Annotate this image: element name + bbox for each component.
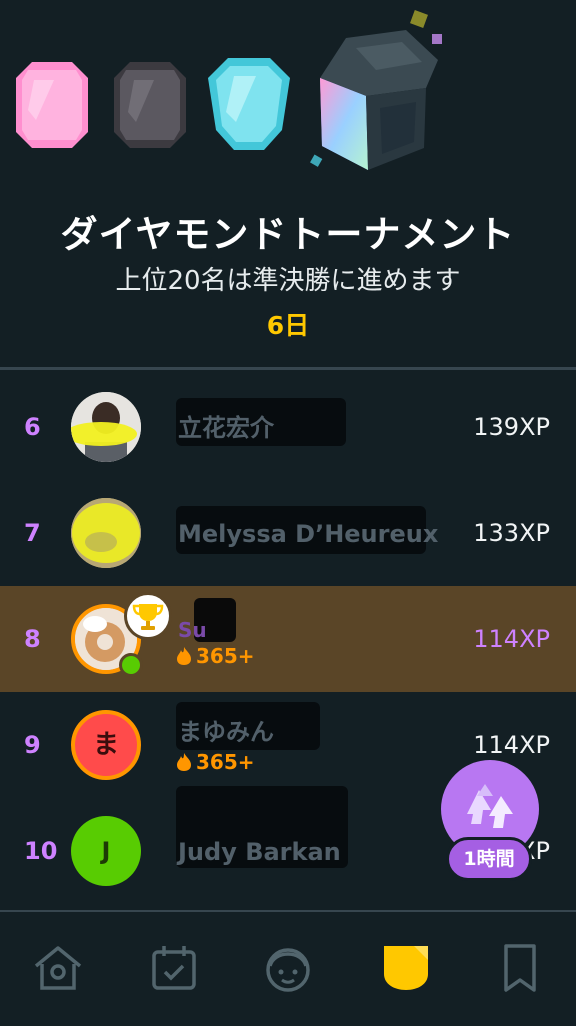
streak-count: 365+ bbox=[176, 644, 255, 668]
boost-timer-label[interactable]: 1時間 bbox=[446, 837, 532, 881]
avatar[interactable]: J bbox=[71, 816, 141, 886]
flame-icon bbox=[177, 753, 191, 771]
league-subtitle: 上位20名は準決勝に進めます bbox=[115, 266, 461, 296]
streak-count: 365+ bbox=[176, 750, 255, 774]
pink-league-gem-icon bbox=[16, 62, 88, 148]
rank-number: 10 bbox=[24, 837, 58, 865]
avatar[interactable]: ま bbox=[71, 710, 141, 780]
diamond-league-gem-icon bbox=[208, 58, 290, 150]
avatar-initial: J bbox=[101, 837, 111, 865]
tournament-cube-icon bbox=[310, 10, 442, 170]
xp-value: 139XP bbox=[473, 413, 550, 441]
calendar-icon[interactable] bbox=[146, 940, 202, 996]
bottom-navigation bbox=[0, 910, 576, 1026]
league-header: ダイヤモンドトーナメント 上位20名は準決勝に進めます 6日 bbox=[0, 0, 576, 368]
league-title: ダイヤモンドトーナメント bbox=[60, 213, 516, 256]
trophy-badge bbox=[124, 592, 172, 640]
character-icon[interactable] bbox=[260, 940, 316, 996]
trophy-icon bbox=[132, 604, 164, 630]
rank-number: 7 bbox=[24, 519, 41, 547]
user-name: 立花宏介 bbox=[178, 414, 274, 442]
home-icon[interactable] bbox=[30, 940, 86, 996]
avatar[interactable] bbox=[71, 392, 141, 462]
league-shield-icon[interactable] bbox=[378, 940, 434, 996]
user-name: Melyssa D’Heureux bbox=[178, 520, 439, 548]
streak-value: 365+ bbox=[196, 750, 255, 774]
avatar[interactable] bbox=[71, 498, 141, 568]
streak-value: 365+ bbox=[196, 644, 255, 668]
rank-number: 6 bbox=[24, 413, 41, 441]
avatar-initial: ま bbox=[92, 730, 119, 760]
flame-icon bbox=[177, 647, 191, 665]
xp-value: 114XP bbox=[473, 625, 550, 653]
leaderboard-row[interactable]: 6 立花宏介 139XP bbox=[0, 374, 576, 480]
obsidian-league-gem-icon bbox=[114, 62, 186, 148]
leaderboard-row-current-user[interactable]: 8 Su 365+ 114XP bbox=[0, 586, 576, 692]
rank-number: 8 bbox=[24, 625, 41, 653]
leaderboard-row[interactable]: 7 Melyssa D’Heureux 133XP bbox=[0, 480, 576, 586]
user-name: まゆみん bbox=[178, 718, 274, 746]
user-name: Judy Barkan bbox=[178, 838, 341, 866]
header-divider bbox=[0, 367, 576, 370]
days-remaining: 6日 bbox=[266, 311, 310, 340]
user-name: Su bbox=[178, 618, 207, 642]
online-status-icon bbox=[119, 653, 143, 677]
xp-value: 133XP bbox=[473, 519, 550, 547]
bookmark-icon[interactable] bbox=[492, 940, 548, 996]
rank-number: 9 bbox=[24, 731, 41, 759]
